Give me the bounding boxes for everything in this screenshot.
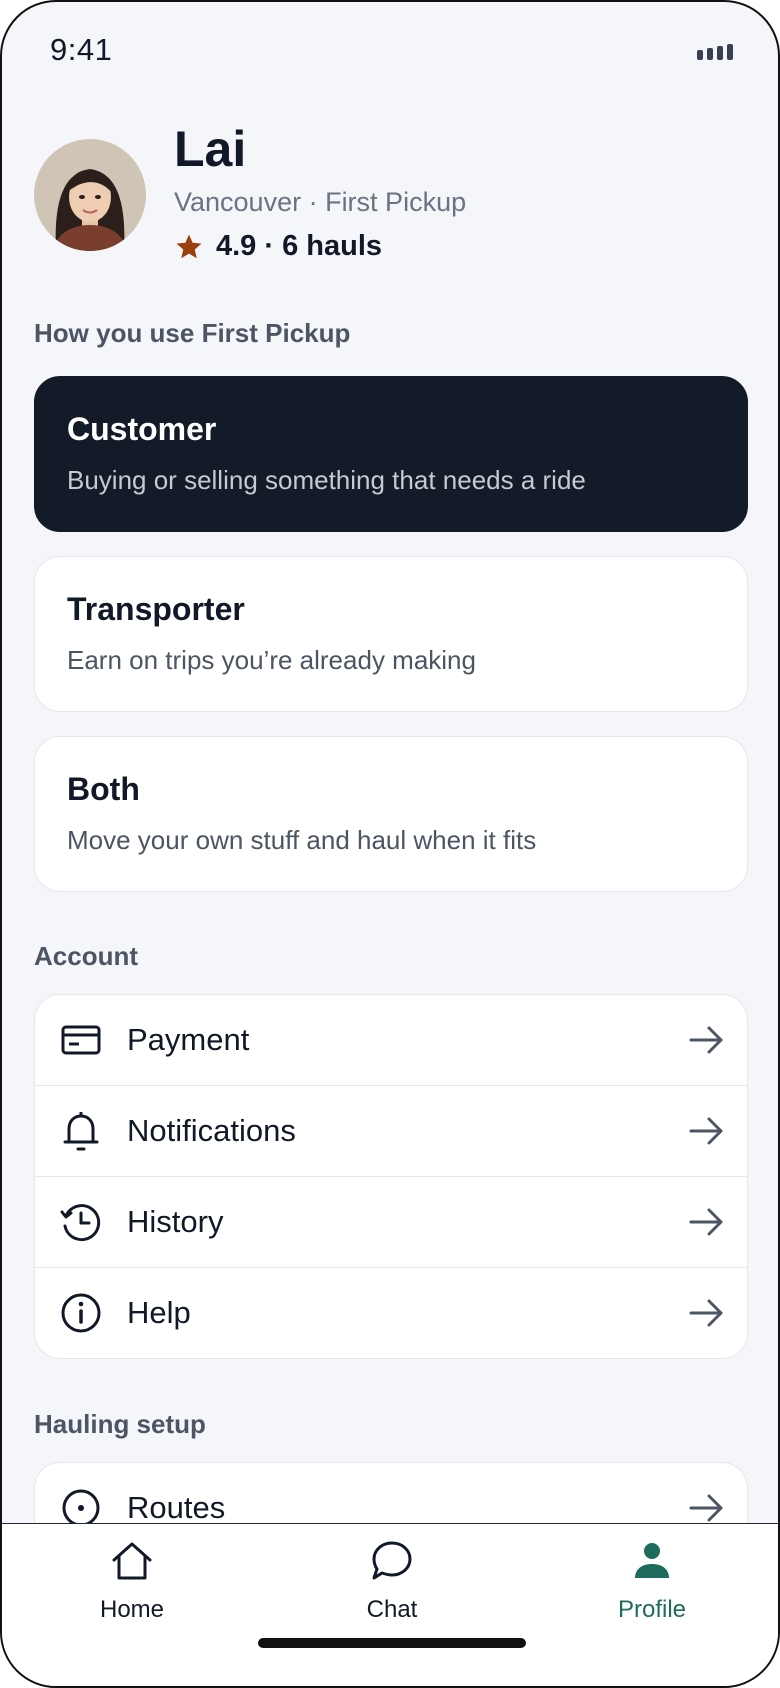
info-icon: [61, 1293, 101, 1333]
chat-bubble-icon: [372, 1541, 412, 1580]
arrow-right-icon: [689, 1299, 723, 1327]
role-title: Both: [67, 771, 140, 807]
usage-heading: How you use First Pickup: [34, 318, 351, 348]
home-indicator: [258, 1638, 526, 1648]
phone-frame: 9:41 Lai Vancouver · First Pickup 4.9 · …: [0, 0, 780, 1688]
account-item-help[interactable]: Help: [35, 1268, 747, 1358]
account-list: Payment Notifications History Help: [34, 994, 748, 1359]
account-item-history[interactable]: History: [35, 1177, 747, 1268]
row-label: Help: [127, 1295, 191, 1330]
role-option-customer[interactable]: Customer Buying or selling something tha…: [34, 376, 748, 532]
arrow-right-icon: [689, 1117, 723, 1145]
rating: 4.9 · 6 hauls: [174, 230, 382, 263]
status-time: 9:41: [50, 32, 113, 67]
tab-label: Profile: [617, 1596, 687, 1623]
tab-chat[interactable]: Chat: [292, 1538, 492, 1624]
signal-icon: [697, 44, 733, 60]
account-item-payment[interactable]: Payment: [35, 995, 747, 1086]
avatar[interactable]: [34, 139, 146, 251]
hauling-heading: Hauling setup: [34, 1409, 206, 1439]
tab-label: Chat: [366, 1596, 418, 1623]
credit-card-icon: [61, 1025, 101, 1055]
tab-label: Home: [99, 1596, 165, 1623]
rating-text: 4.9 · 6 hauls: [216, 230, 383, 262]
account-heading: Account: [34, 941, 138, 971]
tab-bar: Home Chat Profile: [2, 1523, 778, 1686]
profile-name: Lai: [174, 121, 247, 177]
role-option-both[interactable]: Both Move your own stuff and haul when i…: [34, 736, 748, 892]
row-label: Payment: [127, 1022, 250, 1057]
home-icon: [112, 1542, 152, 1580]
role-description: Earn on trips you’re already making: [67, 645, 476, 675]
role-option-transporter[interactable]: Transporter Earn on trips you’re already…: [34, 556, 748, 712]
arrow-right-icon: [689, 1494, 723, 1522]
role-title: Transporter: [67, 591, 245, 627]
star-icon: [176, 234, 202, 258]
role-description: Buying or selling something that needs a…: [67, 465, 586, 495]
person-icon: [635, 1543, 669, 1578]
tab-profile[interactable]: Profile: [552, 1538, 752, 1624]
tab-home[interactable]: Home: [32, 1538, 232, 1624]
row-label: Routes: [127, 1490, 226, 1525]
row-label: Notifications: [127, 1113, 296, 1148]
row-label: History: [127, 1204, 224, 1239]
account-item-notifications[interactable]: Notifications: [35, 1086, 747, 1177]
arrow-right-icon: [689, 1026, 723, 1054]
role-title: Customer: [67, 411, 217, 447]
bell-icon: [63, 1112, 99, 1151]
history-icon: [60, 1204, 101, 1242]
arrow-right-icon: [689, 1208, 723, 1236]
role-description: Move your own stuff and haul when it fit…: [67, 825, 537, 855]
profile-subtitle: Vancouver · First Pickup: [174, 187, 467, 217]
